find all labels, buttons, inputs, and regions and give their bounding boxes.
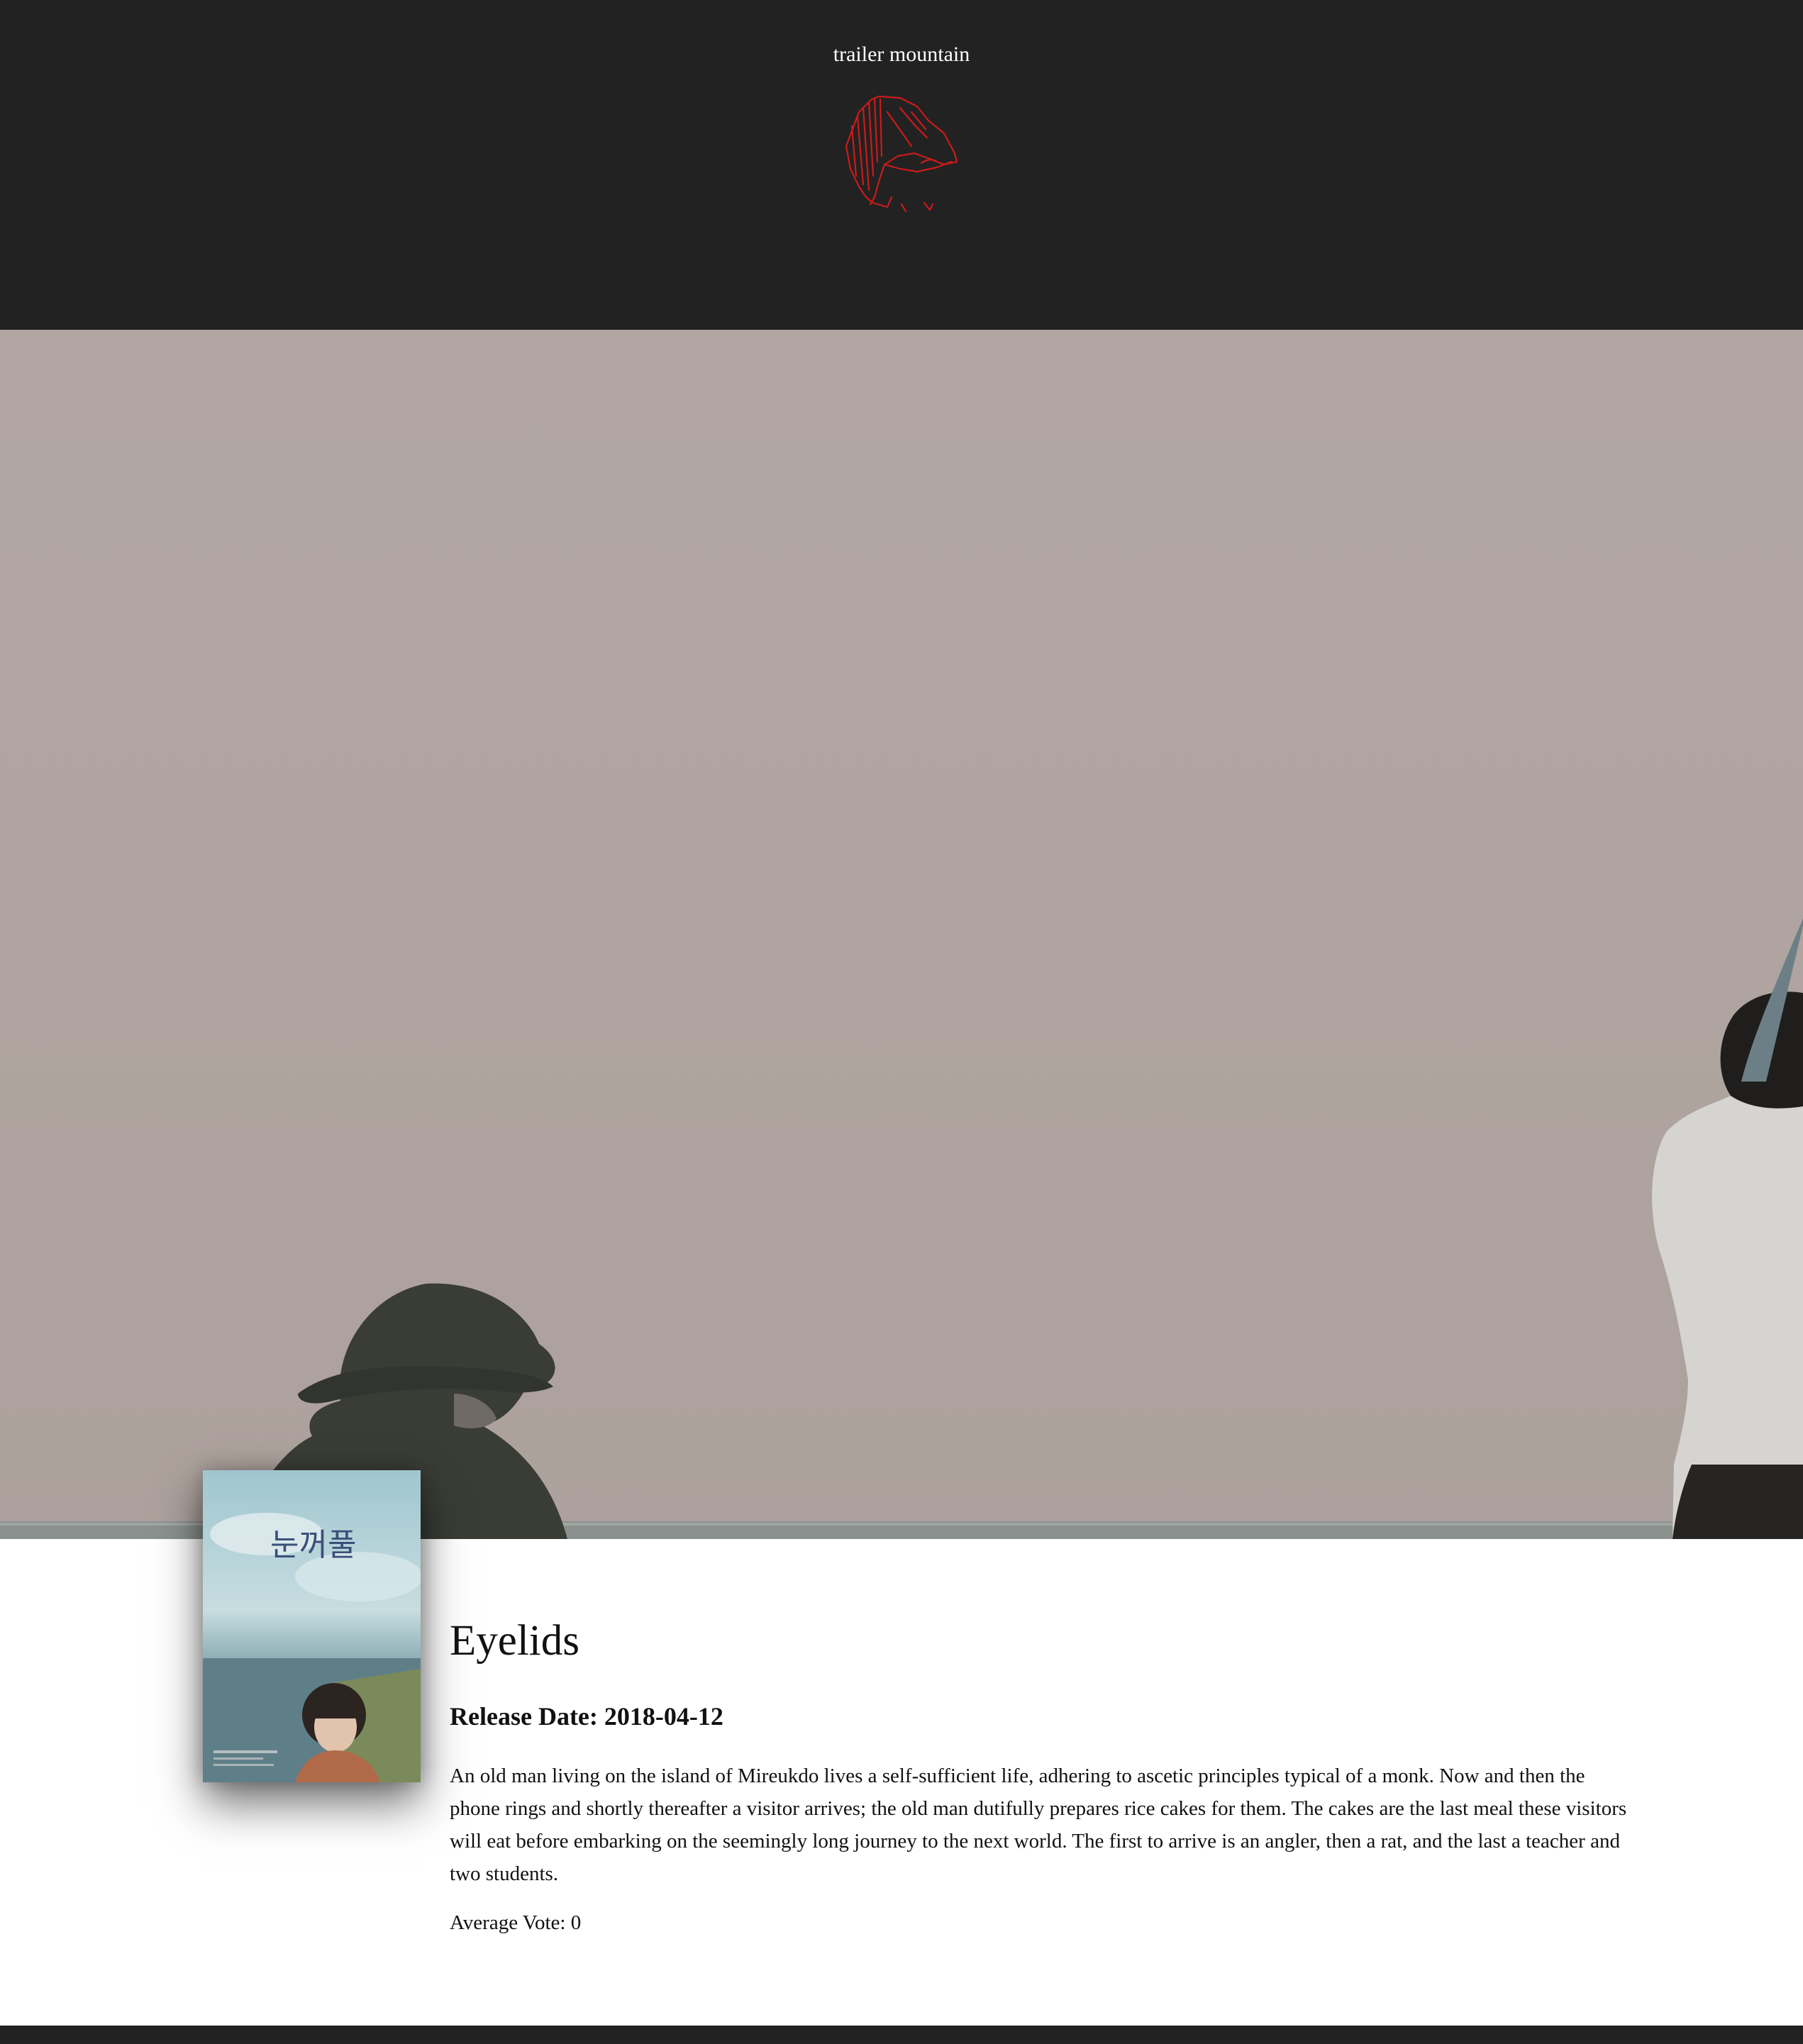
movie-title: Eyelids — [450, 1617, 579, 1665]
average-vote: Average Vote: 0 — [450, 1911, 582, 1935]
release-date: Release Date: 2018-04-12 — [450, 1702, 723, 1731]
movie-backdrop-image — [0, 330, 1803, 1539]
mountain-logo-icon[interactable] — [838, 91, 965, 215]
movie-poster-image: 눈꺼풀 — [203, 1470, 421, 1782]
site-title-link[interactable]: trailer mountain — [0, 43, 1803, 67]
movie-overview: An old man living on the island of Mireu… — [450, 1765, 1627, 1886]
site-header: trailer mountain — [0, 0, 1803, 330]
movie-details: Eyelids Release Date: 2018-04-12 An old … — [450, 1617, 1627, 1935]
site-footer — [0, 2026, 1803, 2044]
svg-text:눈꺼풀: 눈꺼풀 — [270, 1527, 356, 1563]
